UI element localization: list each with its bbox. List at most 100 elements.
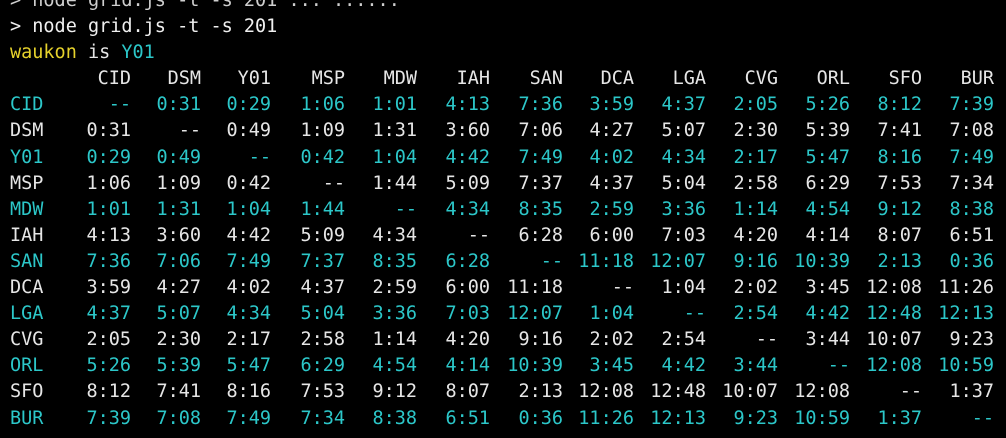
- table-cell: 0:31: [86, 120, 131, 142]
- table-cell: 0:49: [156, 146, 201, 168]
- table-cell: 1:01: [86, 198, 131, 220]
- column-header-lga: LGA: [672, 68, 706, 90]
- table-row: MDW 1:01 1:31 1:04 1:44 -- 4:34 8:35 2:59 3:36 1:1…: [0, 197, 1006, 223]
- table-row: BUR 7:39 7:08 7:49 7:34 8:38 6:51 0:36 11:26 12:1…: [0, 406, 1006, 432]
- table-cell: 7:08: [949, 120, 994, 142]
- table-cell: 2:02: [733, 277, 778, 299]
- table-cell: 7:49: [226, 250, 271, 272]
- table-cell: 8:38: [372, 407, 417, 429]
- table-cell: 1:01: [372, 94, 417, 116]
- table-cell: 7:08: [156, 407, 201, 429]
- table-cell: 4:34: [445, 198, 490, 220]
- table-cell: 0:36: [518, 407, 563, 429]
- table-cell: 1:09: [300, 120, 345, 142]
- table-cell: 4:42: [445, 146, 490, 168]
- table-cell: --: [683, 303, 706, 325]
- table-cell: 8:12: [877, 94, 922, 116]
- table-cell: 5:47: [226, 355, 271, 377]
- table-cell: 7:49: [949, 146, 994, 168]
- table-cell: --: [108, 94, 131, 116]
- table-cell: --: [322, 172, 345, 194]
- table-cell: 6:51: [445, 407, 490, 429]
- table-cell: 1:44: [300, 198, 345, 220]
- table-cell: 8:35: [518, 198, 563, 220]
- table-cell: --: [755, 329, 778, 351]
- table-cell: 7:49: [518, 146, 563, 168]
- table-cell: 10:07: [866, 329, 922, 351]
- table-cell: 8:07: [445, 381, 490, 403]
- table-row: CID -- 0:31 0:29 1:06 1:01 4:13 7:36 3:59 4:37 2:0…: [0, 92, 1006, 118]
- table-cell: 10:39: [794, 250, 850, 272]
- table-cell: 7:39: [949, 94, 994, 116]
- table-cell: 7:06: [156, 250, 201, 272]
- table-cell: 11:26: [578, 407, 634, 429]
- table-cell: 10:39: [507, 355, 563, 377]
- table-cell: 6:28: [518, 224, 563, 246]
- column-header-cid: CID: [97, 68, 131, 90]
- table-cell: 3:44: [733, 355, 778, 377]
- table-cell: 4:42: [805, 303, 850, 325]
- table-cell: 4:37: [86, 303, 131, 325]
- table-cell: 0:31: [156, 94, 201, 116]
- table-cell: 2:30: [156, 329, 201, 351]
- table-cell: 4:13: [445, 94, 490, 116]
- table-cell: 4:27: [589, 120, 634, 142]
- table-cell: 10:07: [722, 381, 778, 403]
- table-cell: 7:36: [86, 250, 131, 272]
- table-cell: --: [611, 277, 634, 299]
- table-row: IAH 4:13 3:60 4:42 5:09 4:34 -- 6:28 6:00 7:03 4:2…: [0, 223, 1006, 249]
- grid-body: CID -- 0:31 0:29 1:06 1:01 4:13 7:36 3:59 4:37 2:0…: [0, 92, 1006, 431]
- table-cell: 8:12: [86, 381, 131, 403]
- table-cell: 1:06: [300, 94, 345, 116]
- table-cell: 10:59: [938, 355, 994, 377]
- column-header-orl: ORL: [816, 68, 850, 90]
- table-cell: --: [178, 120, 201, 142]
- table-cell: 3:45: [805, 277, 850, 299]
- table-cell: 12:13: [938, 303, 994, 325]
- table-cell: 4:14: [445, 355, 490, 377]
- column-header-y01: Y01: [237, 68, 271, 90]
- terminal-window[interactable]: > node grid.js -t -s 201 ... ...... > no…: [0, 0, 1006, 432]
- table-cell: 9:16: [518, 329, 563, 351]
- table-row: ORL 5:26 5:39 5:47 6:29 4:54 4:14 10:39 3:45 4:42…: [0, 353, 1006, 379]
- table-cell: 6:00: [445, 277, 490, 299]
- table-cell: 8:16: [226, 381, 271, 403]
- table-cell: 8:35: [372, 250, 417, 272]
- table-cell: 1:04: [226, 198, 271, 220]
- table-cell: 7:49: [226, 407, 271, 429]
- table-cell: 9:12: [372, 381, 417, 403]
- info-code: Y01: [121, 42, 155, 64]
- table-cell: 4:02: [226, 277, 271, 299]
- table-cell: 1:31: [372, 120, 417, 142]
- table-cell: 7:34: [949, 172, 994, 194]
- table-cell: 1:37: [877, 407, 922, 429]
- table-cell: 4:54: [372, 355, 417, 377]
- table-cell: 1:14: [372, 329, 417, 351]
- table-cell: 12:08: [866, 277, 922, 299]
- column-header-sfo: SFO: [888, 68, 922, 90]
- table-cell: --: [394, 198, 417, 220]
- table-cell: 1:37: [949, 381, 994, 403]
- table-cell: 1:04: [661, 277, 706, 299]
- table-cell: 5:04: [661, 172, 706, 194]
- table-cell: 2:59: [372, 277, 417, 299]
- table-cell: 10:59: [794, 407, 850, 429]
- table-cell: 9:16: [733, 250, 778, 272]
- table-cell: 6:00: [589, 224, 634, 246]
- table-cell: 2:54: [733, 303, 778, 325]
- info-name: waukon: [10, 42, 77, 64]
- table-cell: 3:60: [445, 120, 490, 142]
- table-cell: 0:29: [226, 94, 271, 116]
- table-cell: 9:23: [949, 329, 994, 351]
- table-cell: 5:39: [805, 120, 850, 142]
- table-row: Y01 0:29 0:49 -- 0:42 1:04 4:42 7:49 4:02 4:34 2:1…: [0, 145, 1006, 171]
- table-cell: 7:41: [156, 381, 201, 403]
- table-cell: 2:05: [86, 329, 131, 351]
- table-cell: 3:45: [589, 355, 634, 377]
- table-row: SAN 7:36 7:06 7:49 7:37 8:35 6:28 -- 11:18 12:07 9…: [0, 249, 1006, 275]
- table-cell: 4:37: [589, 172, 634, 194]
- table-cell: 5:47: [805, 146, 850, 168]
- table-cell: 5:26: [805, 94, 850, 116]
- table-cell: 1:04: [589, 303, 634, 325]
- table-cell: 12:48: [866, 303, 922, 325]
